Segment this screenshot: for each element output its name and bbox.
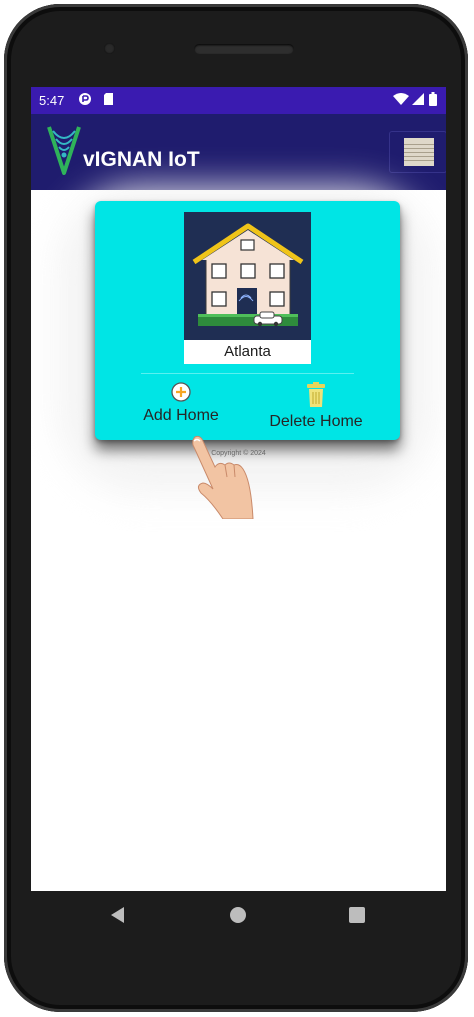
add-home-label: Add Home [143,407,219,424]
front-camera [104,43,115,54]
plus-circle-icon [171,382,191,402]
status-bar: 5:47 [31,87,446,114]
earpiece-speaker [194,44,294,54]
v-antenna-logo-icon [47,125,81,180]
home-name-label: Atlanta [184,340,311,364]
home-button[interactable] [230,907,246,928]
menu-button[interactable] [389,131,446,173]
hamburger-menu-icon [404,138,434,166]
app-notification-icon [78,92,92,109]
pointing-hand-icon [192,435,254,519]
app-title: vIGNAN IoT [83,148,200,171]
cell-signal-icon [412,92,425,109]
back-button[interactable] [111,907,125,928]
card-divider [141,373,354,374]
status-time: 5:47 [39,93,65,108]
home-tile-atlanta[interactable]: Atlanta [184,212,311,364]
add-home-button[interactable]: Add Home [133,382,229,425]
house-icon [192,223,304,327]
home-circle-icon [230,907,246,923]
sim-card-icon [103,92,114,109]
recents-button[interactable] [349,907,365,928]
delete-home-button[interactable]: Delete Home [263,382,369,431]
home-card: Atlanta Add Home Delete Home [95,201,400,440]
app-screen: 5:47 vIGNAN IoT Atlanta Add Home Delete … [31,87,446,891]
trash-icon [307,382,325,407]
app-bar: vIGNAN IoT [31,114,446,190]
recents-square-icon [349,907,365,923]
back-triangle-icon [111,907,124,923]
battery-icon [429,92,437,109]
android-nav-bar [31,891,446,951]
wifi-icon [393,92,409,109]
delete-home-label: Delete Home [269,413,363,430]
